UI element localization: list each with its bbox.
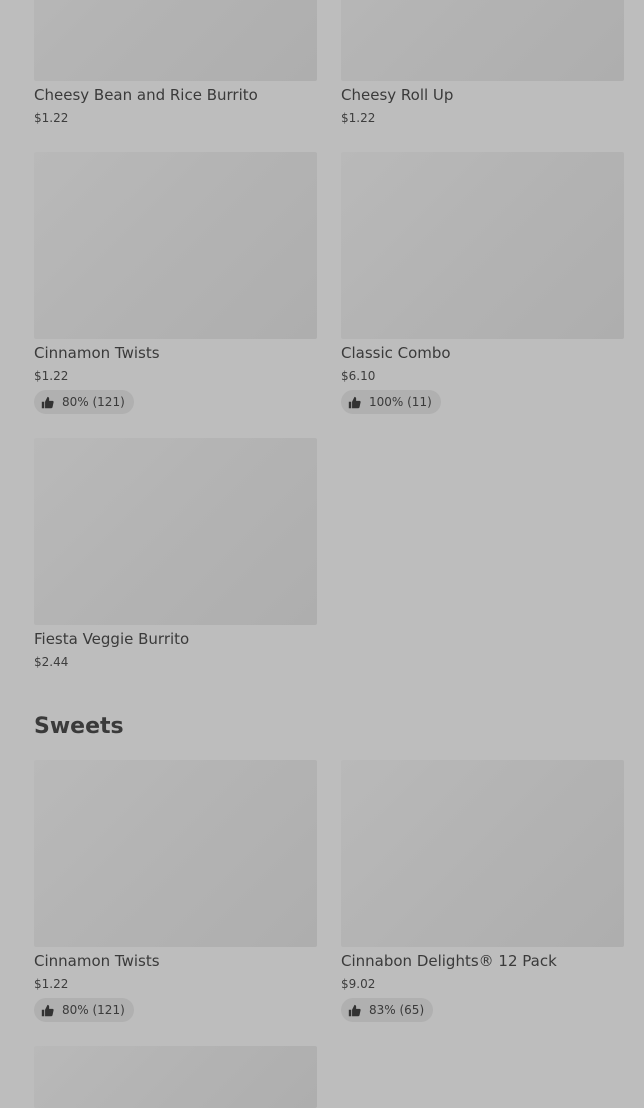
rating-badge: 80% (121): [34, 998, 134, 1022]
thumbs-up-icon: [41, 396, 54, 408]
item-image[interactable]: [341, 152, 624, 339]
item-name: Cinnabon Delights® 12 Pack: [341, 952, 557, 970]
rating-text: 100% (11): [369, 395, 432, 409]
item-name: Fiesta Veggie Burrito: [34, 630, 190, 648]
item-image[interactable]: [34, 152, 317, 339]
item-name: Cheesy Bean and Rice Burrito: [34, 86, 258, 104]
item-price: $1.22: [34, 977, 69, 991]
item-name: Cinnamon Twists: [34, 952, 160, 970]
item-price: $1.22: [34, 369, 69, 383]
thumbs-up-icon: [348, 396, 361, 408]
rating-text: 80% (121): [62, 395, 125, 409]
rating-badge: 83% (65): [341, 998, 434, 1022]
item-image[interactable]: [341, 760, 624, 947]
item-image[interactable]: [341, 0, 624, 81]
thumbs-up-icon: [41, 1004, 54, 1016]
item-price: $1.22: [34, 111, 69, 125]
item-name: Classic Combo: [341, 344, 451, 362]
rating-badge: 100% (11): [341, 390, 441, 414]
rating-badge: 80% (121): [34, 390, 134, 414]
item-name: Cinnamon Twists: [34, 344, 160, 362]
item-price: $9.02: [341, 977, 376, 991]
item-name: Cheesy Roll Up: [341, 86, 454, 104]
item-image[interactable]: [34, 1046, 317, 1108]
rating-text: 80% (121): [62, 1003, 125, 1017]
item-price: $1.22: [341, 111, 376, 125]
rating-text: 83% (65): [369, 1003, 425, 1017]
item-price: $2.44: [34, 655, 69, 669]
thumbs-up-icon: [348, 1004, 361, 1016]
item-price: $6.10: [341, 369, 376, 383]
section-title-sweets: Sweets: [34, 714, 124, 739]
item-image[interactable]: [34, 0, 317, 81]
item-image[interactable]: [34, 760, 317, 947]
item-image[interactable]: [34, 438, 317, 625]
